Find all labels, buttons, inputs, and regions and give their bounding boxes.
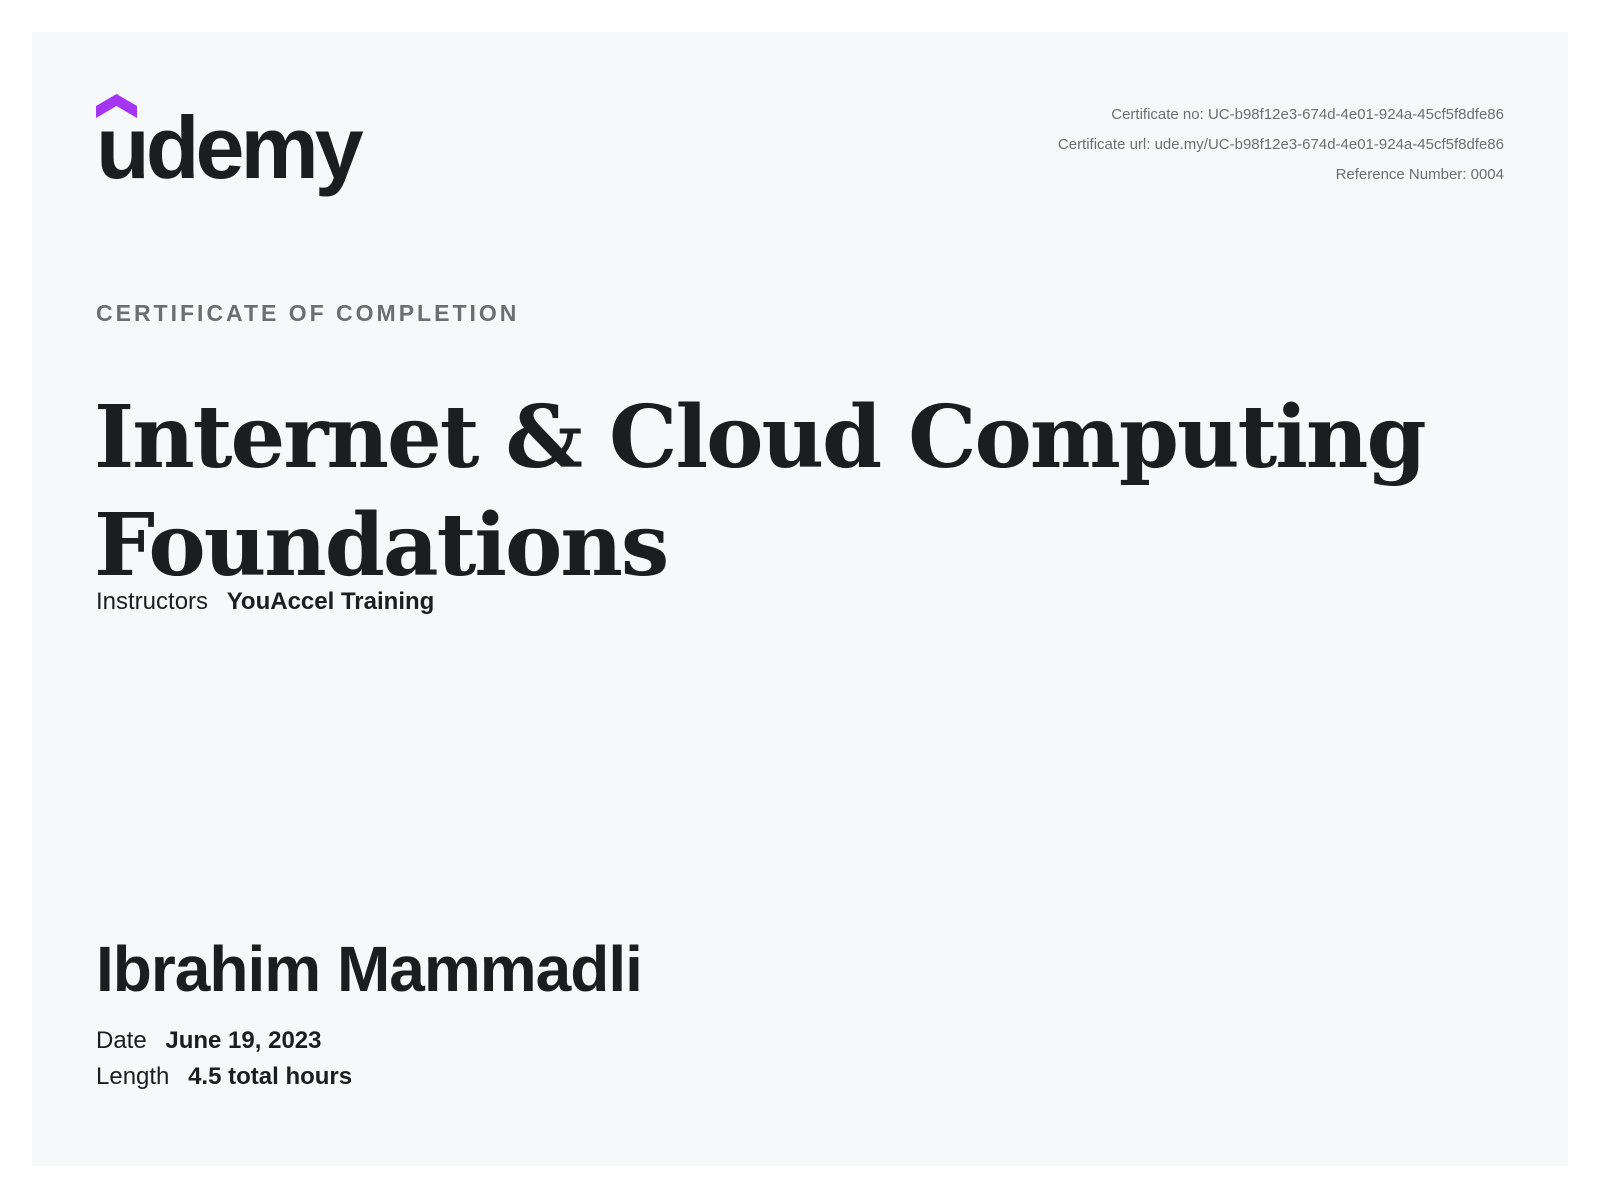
- reference-number: Reference Number: 0004: [1335, 166, 1504, 183]
- date-line: Date June 19, 2023: [96, 1027, 321, 1055]
- date-value: June 19, 2023: [165, 1027, 322, 1054]
- instructors-line: Instructors YouAccel Training: [96, 588, 434, 616]
- certificate-kicker: CERTIFICATE OF COMPLETION: [96, 300, 520, 326]
- length-label: Length: [96, 1063, 170, 1090]
- certificate-meta: Certificate no: UC-b98f12e3-674d-4e01-92…: [1058, 100, 1504, 190]
- udemy-logo: udemy: [96, 94, 364, 192]
- instructors-value: YouAccel Training: [226, 588, 435, 615]
- date-label: Date: [96, 1027, 147, 1054]
- course-title: Internet & Cloud Computing Foundations: [94, 387, 1427, 596]
- certificate-url: Certificate url: ude.my/UC-b98f12e3-674d…: [1057, 136, 1504, 153]
- instructors-label: Instructors: [96, 588, 209, 615]
- certificate: udemy Certificate no: UC-b98f12e3-674d-4…: [32, 32, 1568, 1166]
- length-value: 4.5 total hours: [188, 1063, 353, 1090]
- graduation-cap-icon: [96, 94, 137, 118]
- length-line: Length 4.5 total hours: [96, 1063, 352, 1091]
- certificate-number: Certificate no: UC-b98f12e3-674d-4e01-92…: [1111, 106, 1504, 123]
- student-name: Ibrahim Mammadli: [96, 933, 643, 1005]
